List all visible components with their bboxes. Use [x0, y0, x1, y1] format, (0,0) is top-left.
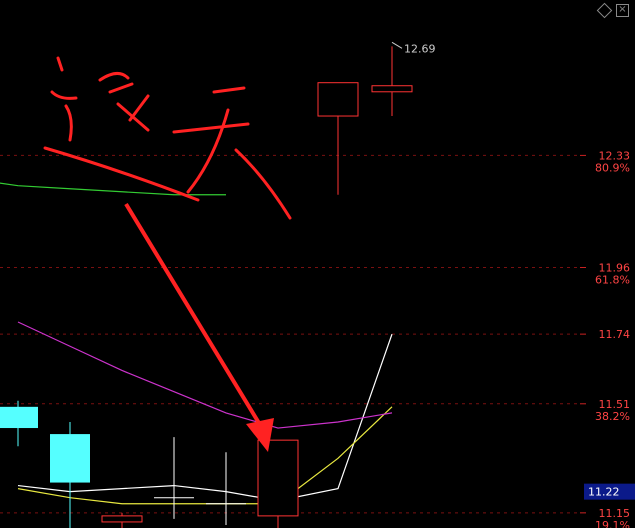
candlestick-chart: 12.69 12.3380.9%11.9661.8%11.7411.5138.2… — [0, 41, 635, 528]
price-axis: 12.3380.9%11.9661.8%11.7411.5138.2%11.15… — [580, 149, 635, 528]
window-controls: × — [596, 2, 629, 19]
high-marker-line — [391, 41, 403, 49]
series-line — [0, 182, 226, 196]
handwritten-annotation — [43, 56, 292, 452]
candles: 12.69 — [0, 41, 436, 528]
candle-body — [257, 439, 299, 517]
candle-body — [317, 82, 359, 117]
high-marker-label: 12.69 — [404, 42, 436, 55]
price-label: 11.74 — [599, 328, 631, 341]
candle-body — [50, 434, 90, 483]
current-price-label: 11.22 — [588, 486, 620, 499]
fib-label: 80.9% — [595, 161, 630, 174]
fib-label: 19.1% — [595, 519, 630, 528]
diamond-icon[interactable] — [596, 2, 613, 19]
candle-body — [101, 515, 143, 523]
fib-label: 61.8% — [595, 273, 630, 286]
fib-label: 38.2% — [595, 410, 630, 423]
candle-body — [0, 406, 38, 429]
candle-body — [371, 85, 413, 93]
close-icon[interactable]: × — [616, 4, 629, 17]
